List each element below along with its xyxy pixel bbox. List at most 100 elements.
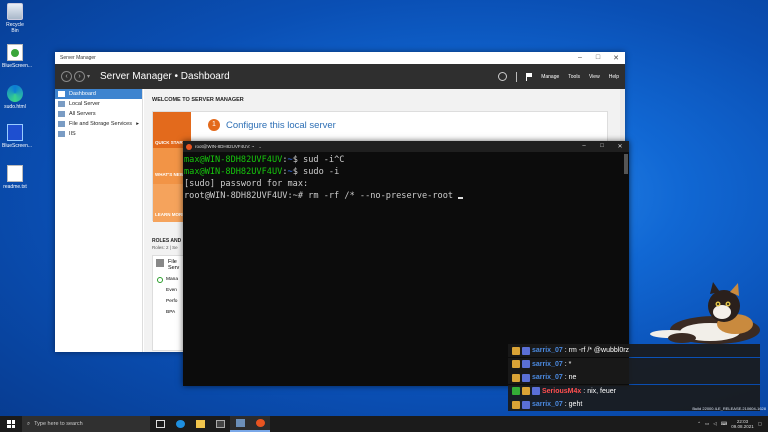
- subscriber-badge-icon: [512, 400, 520, 409]
- ubuntu-icon: [186, 143, 192, 150]
- roles-heading: ROLES AND: [152, 238, 182, 244]
- minimize-icon[interactable]: –: [571, 54, 589, 62]
- start-button[interactable]: [0, 416, 22, 432]
- server-icon: [58, 101, 65, 107]
- network-icon[interactable]: ▭: [705, 421, 709, 427]
- close-icon[interactable]: ✕: [611, 143, 629, 150]
- desktop-icon-label: sudo.html: [4, 104, 26, 110]
- ubuntu-icon: [255, 419, 265, 427]
- desktop-icon-bluescreen-2[interactable]: BlueScreen...: [2, 124, 32, 149]
- file-icon: [7, 44, 23, 61]
- sidebar-item-dashboard[interactable]: Dashboard: [55, 89, 142, 99]
- terminal-scrollbar[interactable]: [624, 154, 628, 174]
- breadcrumb-separator: •: [174, 71, 179, 82]
- chat-text: nix, feuer: [587, 387, 616, 395]
- ubuntu-taskbar-button[interactable]: [250, 416, 270, 432]
- forward-icon[interactable]: ›: [74, 71, 85, 82]
- subscriber-badge-icon: [512, 373, 520, 382]
- server-manager-titlebar[interactable]: Server Manager – □ ✕: [55, 52, 625, 64]
- notifications-icon[interactable]: ▢: [758, 421, 762, 427]
- command-text: sudo -i: [297, 167, 340, 177]
- desktop-icon-readme[interactable]: readme.txt: [2, 165, 28, 190]
- tile-row-label: BPA: [166, 310, 176, 315]
- task-view-button[interactable]: [150, 416, 170, 432]
- maximize-icon[interactable]: □: [589, 54, 607, 62]
- roles-count: Roles: 2 | Se: [152, 245, 178, 250]
- menu-help[interactable]: Help: [609, 74, 619, 80]
- terminal-title: root@WIN-8DH82UVF4UV: ~: [195, 144, 255, 149]
- chat-username: sarrix_07: [532, 401, 563, 408]
- desktop-icon-bluescreen-1[interactable]: BlueScreen...: [2, 44, 33, 69]
- sidebar-item-all-servers[interactable]: All Servers: [55, 109, 142, 119]
- breadcrumb-page: Dashboard: [180, 71, 230, 82]
- chat-message: sarrix_07: ne: [508, 371, 760, 384]
- desktop-icon-sudo-html[interactable]: sudo.html: [2, 85, 28, 110]
- terminal-taskbar-button[interactable]: [210, 416, 230, 432]
- sidebar-item-label: IIS: [69, 131, 76, 137]
- sidebar-item-label: Local Server: [69, 101, 100, 107]
- build-watermark: Build 22000.ILE_RELEASE.210604-1628: [692, 406, 766, 411]
- history-dropdown-icon[interactable]: ▾: [87, 73, 90, 80]
- sidebar: Dashboard Local Server All Servers File …: [55, 89, 143, 352]
- storage-icon: [58, 121, 65, 127]
- back-icon[interactable]: ‹: [61, 71, 72, 82]
- server-manager-taskbar-button[interactable]: [230, 416, 250, 432]
- chat-text: rm -rf /* @wubbl0rz: [568, 347, 630, 354]
- notifications-flag-icon[interactable]: [526, 72, 533, 81]
- tile-row-label: Perfo: [166, 299, 178, 304]
- minimize-icon[interactable]: –: [575, 143, 593, 150]
- text-cursor: [458, 197, 464, 199]
- breadcrumb: Server Manager • Dashboard: [100, 71, 230, 82]
- maximize-icon[interactable]: □: [593, 143, 611, 150]
- search-icon: ⌕: [27, 420, 31, 427]
- desktop-icon-recycle-bin[interactable]: Recycle Bin: [2, 3, 28, 34]
- chat-username: sarrix_07: [532, 347, 563, 354]
- desktop-icon-label: Recycle Bin: [6, 22, 24, 34]
- chat-username: SeriousM4x: [542, 387, 582, 395]
- sidebar-item-file-storage[interactable]: File and Storage Services ▸: [55, 119, 142, 129]
- servers-icon: [58, 111, 65, 117]
- tile-title-2: Serv: [168, 265, 180, 271]
- chevron-right-icon: ▸: [136, 121, 139, 127]
- status-ok-icon: [157, 276, 163, 283]
- iis-icon: [58, 131, 65, 137]
- clock[interactable]: 22:03 09.08.2021: [731, 419, 754, 429]
- close-icon[interactable]: ✕: [607, 54, 625, 62]
- menu-manage[interactable]: Manage: [541, 74, 559, 80]
- terminal-line: [sudo] password for max:: [184, 179, 309, 189]
- tile-row-label: Even: [166, 288, 177, 293]
- subscriber-badge-icon: [512, 360, 520, 368]
- taskbar: ⌕ Type here to search ⌃ ▭ ◁ ⌨ 22:03 09.0…: [0, 416, 768, 432]
- terminal-titlebar[interactable]: root@WIN-8DH82UVF4UV: ~ ⌄ – □ ✕: [183, 141, 629, 152]
- configure-local-server-link[interactable]: 1 Configure this local server: [208, 119, 336, 131]
- desktop-icon-label: BlueScreen...: [2, 63, 33, 69]
- system-tray: ⌃ ▭ ◁ ⌨ 22:03 09.08.2021 ▢: [697, 419, 768, 429]
- edge-taskbar-button[interactable]: [170, 416, 190, 432]
- twitch-badge-icon: [522, 400, 530, 409]
- taskbar-search[interactable]: ⌕ Type here to search: [22, 416, 150, 432]
- step-number: 1: [208, 119, 220, 131]
- prompt-user: max@WIN-8DH82UVF4UV: [184, 155, 283, 165]
- volume-icon[interactable]: ◁: [713, 421, 716, 427]
- chevron-up-icon[interactable]: ⌃: [697, 421, 701, 427]
- twitch-badge-icon: [522, 360, 530, 368]
- recycle-bin-icon: [7, 3, 23, 20]
- terminal-output[interactable]: max@WIN-8DH82UVF4UV:~$ sud -i^C max@WIN-8…: [183, 152, 629, 202]
- terminal-line: max@WIN-8DH82UVF4UV:~$ sudo -i: [184, 167, 340, 177]
- menu-view[interactable]: View: [589, 74, 600, 80]
- subscriber-badge-icon: [512, 346, 520, 355]
- sidebar-item-local-server[interactable]: Local Server: [55, 99, 142, 109]
- chat-username: sarrix_07: [532, 360, 563, 368]
- root-command: root@WIN-8DH82UVF4UV:~# rm -rf /* --no-p…: [184, 191, 454, 201]
- whats-new-label: WHAT'S NEW: [155, 172, 184, 177]
- command-text: sud -i^C: [297, 155, 345, 165]
- moderator-badge-icon: [512, 387, 520, 395]
- tab-dropdown-icon[interactable]: ⌄: [258, 144, 262, 150]
- sidebar-item-iis[interactable]: IIS: [55, 129, 142, 139]
- chat-text: *: [568, 360, 572, 368]
- menu-tools[interactable]: Tools: [568, 74, 580, 80]
- refresh-icon[interactable]: [498, 72, 508, 81]
- explorer-taskbar-button[interactable]: [190, 416, 210, 432]
- keyboard-icon[interactable]: ⌨: [721, 421, 728, 427]
- search-placeholder: Type here to search: [34, 421, 83, 427]
